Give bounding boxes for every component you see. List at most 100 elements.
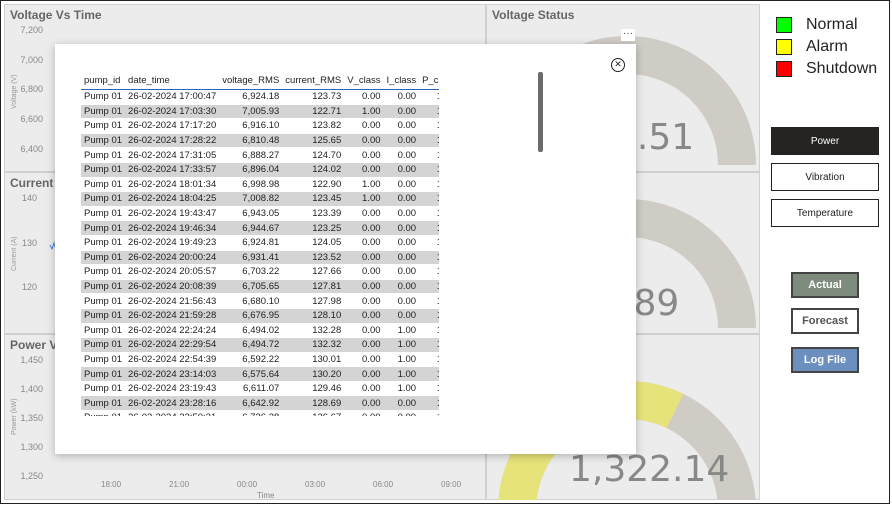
table-cell: 26-02-2024 17:28:22 [125, 133, 220, 149]
table-cell: 127.81 [282, 279, 345, 295]
table-cell: Pump 01 [81, 410, 126, 416]
table-row: Pump 01 26-02-2024 19:43:47 6,943.05 123.39… [81, 206, 439, 222]
table-row: Pump 01 26-02-2024 23:14:03 6,575.64 130.20… [81, 366, 439, 382]
table-cell: Pump 01 [81, 162, 126, 178]
current-ytick: 130 [21, 238, 37, 248]
table-cell: 127.98 [282, 293, 345, 309]
report-canvas: Voltage Vs Time Voltage (V) 7,200 7,000 … [4, 4, 760, 500]
table-cell: 0.00 [383, 279, 420, 295]
table-row: Pump 01 26-02-2024 19:49:23 6,924.81 124.05… [81, 235, 439, 251]
vibration-toggle-button[interactable]: Vibration [771, 163, 879, 191]
table-cell: Pump 01 [81, 220, 126, 236]
table-row: Pump 01 26-02-2024 23:19:43 6,611.07 129.46… [81, 381, 439, 397]
table-cell: 1.00 [419, 104, 439, 120]
legend-item-alarm: Alarm [776, 38, 848, 56]
column-header[interactable]: I_class [383, 71, 420, 90]
data-grid[interactable]: pump_id date_time voltage_RMS current_RMS V_… [81, 71, 439, 416]
table-cell: 26-02-2024 17:31:05 [125, 147, 220, 163]
table-cell: Pump 01 [81, 279, 126, 295]
table-cell: 6,931.41 [219, 250, 283, 266]
table-cell: 0.00 [383, 118, 420, 134]
table-cell: Pump 01 [81, 337, 126, 353]
actual-button[interactable]: Actual [791, 272, 859, 298]
log-file-button[interactable]: Log File [791, 347, 859, 373]
table-cell: 6,494.72 [219, 337, 283, 353]
column-header[interactable]: current_RMS [282, 71, 345, 90]
legend-label: Shutdown [806, 60, 878, 77]
table-cell: 122.71 [282, 104, 345, 120]
table-cell: 1.00 [383, 366, 420, 382]
table-cell: 26-02-2024 22:24:24 [125, 323, 220, 339]
table-cell: 128.10 [282, 308, 345, 324]
table-cell: 1.00 [419, 308, 439, 324]
table-cell: 1.00 [419, 206, 439, 222]
table-cell: 0.00 [383, 177, 420, 193]
table-row: Pump 01 26-02-2024 22:54:39 6,592.22 130.01… [81, 352, 439, 368]
table-cell: 6,642.92 [219, 395, 283, 412]
table-cell: 1.00 [419, 235, 439, 251]
table-cell: 1.00 [419, 177, 439, 193]
table-cell: Pump 01 [81, 366, 126, 382]
table-row: Pump 01 26-02-2024 17:03:30 7,005.93 122.71… [81, 104, 439, 120]
table-cell: 123.25 [282, 220, 345, 236]
legend-swatch [776, 61, 792, 77]
voltage-ytick: 6,400 [20, 144, 43, 154]
table-cell: 0.00 [383, 235, 420, 251]
power-xtick: 00:00 [237, 480, 258, 489]
table-cell: 1.00 [419, 323, 439, 339]
temperature-toggle-button[interactable]: Temperature [771, 199, 879, 227]
table-cell: 6,676.95 [219, 308, 283, 324]
table-row: Pump 01 26-02-2024 23:28:16 6,642.92 128.69… [81, 395, 439, 412]
table-cell: 6,575.64 [219, 366, 283, 382]
power-xlabel: Time [257, 491, 275, 500]
power-toggle-button[interactable]: Power [771, 127, 879, 155]
table-cell: 6,998.98 [219, 177, 283, 193]
ellipsis-icon[interactable]: ··· [621, 29, 635, 41]
table-cell: Pump 01 [81, 323, 126, 339]
forecast-button[interactable]: Forecast [791, 308, 859, 334]
table-cell: 1.00 [419, 337, 439, 353]
column-header[interactable]: V_class [344, 71, 384, 90]
table-scrollbar[interactable] [538, 72, 543, 152]
table-cell: 0.00 [383, 162, 420, 178]
legend-swatch [776, 17, 792, 33]
voltage-ytick: 6,600 [20, 114, 43, 124]
legend-swatch [776, 39, 792, 55]
legend-item-shutdown: Shutdown [776, 60, 877, 78]
table-cell: 26-02-2024 21:59:28 [125, 308, 220, 324]
table-cell: 0.00 [383, 250, 420, 266]
table-cell: 26-02-2024 23:19:43 [125, 381, 220, 397]
table-cell: 1.00 [419, 118, 439, 134]
table-cell: 26-02-2024 18:04:25 [125, 191, 220, 207]
table-cell: 0.00 [344, 410, 384, 416]
table-cell: 1.00 [344, 191, 384, 207]
column-header[interactable]: P_class [419, 71, 439, 90]
table-row: Pump 0126-02-2024 23:50:316,736.28126.67… [81, 410, 439, 416]
voltage-ytick: 6,800 [20, 84, 43, 94]
close-circle-icon[interactable]: ✕ [611, 58, 625, 72]
column-header[interactable]: pump_id [81, 71, 126, 90]
column-header[interactable]: date_time [125, 71, 220, 90]
power-ytick: 1,300 [20, 442, 43, 452]
power-xtick: 18:00 [101, 480, 122, 489]
table-cell: 124.70 [282, 147, 345, 163]
table-cell: 1.00 [419, 220, 439, 236]
table-cell: 1.00 [383, 337, 420, 353]
table-cell: 125.65 [282, 133, 345, 149]
table-cell: 0.00 [344, 352, 384, 368]
table-cell: 26-02-2024 23:50:31 [125, 410, 220, 416]
power-xtick: 06:00 [373, 480, 394, 489]
table-cell: 1.00 [383, 381, 420, 397]
legend-label: Alarm [806, 38, 848, 55]
voltage-chart-title: Voltage Vs Time [10, 8, 102, 22]
column-header[interactable]: voltage_RMS [219, 71, 283, 90]
table-cell: 0.00 [344, 395, 384, 412]
table-cell: 1.00 [419, 352, 439, 368]
table-cell: Pump 01 [81, 89, 126, 105]
table-cell: Pump 01 [81, 308, 126, 324]
table-cell: 0.00 [383, 395, 420, 412]
table-cell: Pump 01 [81, 381, 126, 397]
current-ytick: 120 [21, 282, 37, 292]
table-cell: 0.00 [344, 323, 384, 339]
power-xtick: 21:00 [169, 480, 190, 489]
